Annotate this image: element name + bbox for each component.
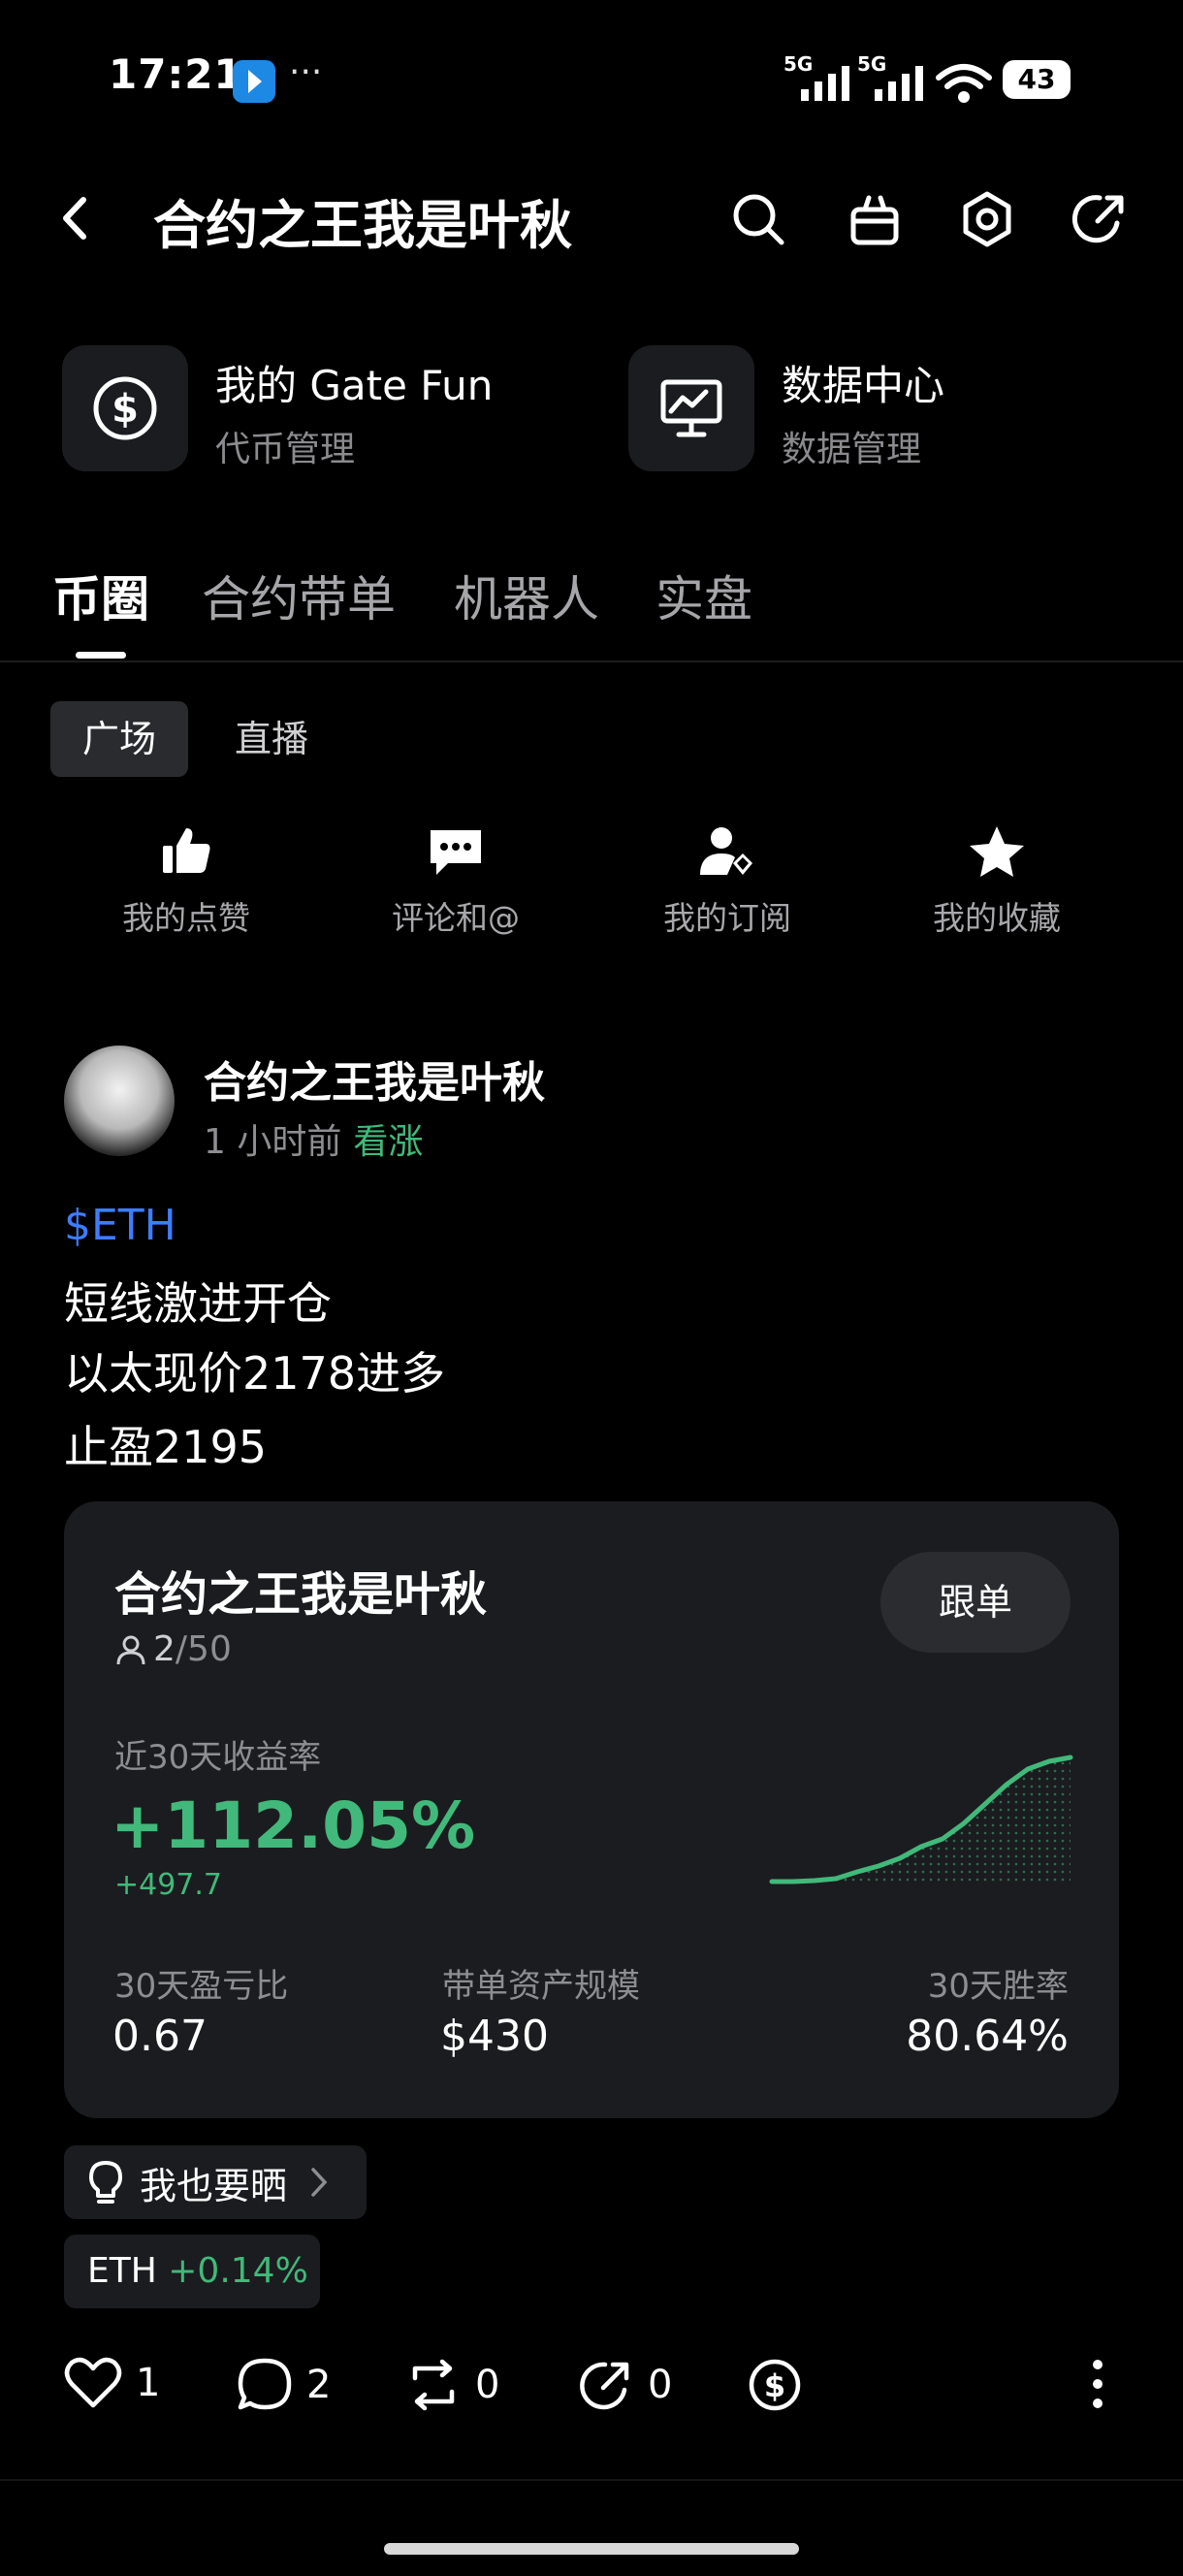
vertical-dots-icon (1093, 2360, 1103, 2408)
subscription-icon (700, 827, 752, 875)
share-also-button[interactable]: 我也要晒 (64, 2145, 367, 2219)
back-icon[interactable] (56, 194, 95, 242)
stat-label-aum: 带单资产规模 (442, 1967, 640, 2006)
like-button[interactable]: 1 (64, 2357, 160, 2409)
signal-icons: 5G 5G (783, 52, 997, 103)
signal-strength-icon-1 (801, 66, 849, 101)
ticker-symbol: ETH (87, 2251, 157, 2291)
heart-icon (64, 2357, 122, 2408)
comment-bubble-icon (238, 2358, 292, 2410)
gate-fun-subtitle: 代币管理 (215, 430, 356, 469)
repost-icon (412, 2359, 455, 2411)
author-avatar[interactable] (64, 1046, 175, 1156)
data-center-title[interactable]: 数据中心 (782, 353, 944, 412)
monitor-chart-icon (628, 345, 754, 471)
post-meta: 1 小时前 看涨 (204, 1113, 423, 1164)
gate-fun-tile[interactable]: $ (62, 345, 188, 471)
my-likes-label: 我的点赞 (122, 899, 250, 937)
dollar-coin-icon: $ (62, 345, 188, 471)
comment-icon (431, 830, 481, 875)
thumbs-up-icon (163, 828, 210, 873)
my-likes-action[interactable]: 我的点赞 (89, 824, 283, 939)
wifi-icon (936, 64, 992, 103)
search-icon[interactable] (729, 190, 787, 248)
battery-indicator: 43 (1003, 60, 1071, 99)
settings-icon[interactable] (958, 190, 1016, 248)
svg-text:$: $ (764, 2367, 785, 2404)
subtab-live[interactable]: 直播 (213, 701, 330, 777)
sentiment-badge: 看涨 (353, 1122, 424, 1162)
home-indicator[interactable] (384, 2543, 799, 2555)
roi-sparkline-chart (769, 1755, 1073, 1884)
tab-copy-trading[interactable]: 合约带单 (202, 561, 396, 630)
comments-mentions-action[interactable]: 评论和@ (359, 824, 553, 939)
bottom-divider (0, 2479, 1183, 2481)
my-favorites-label: 我的收藏 (933, 899, 1061, 937)
my-favorites-action[interactable]: 我的收藏 (900, 824, 1094, 939)
data-center-tile[interactable] (628, 345, 754, 471)
share-icon[interactable] (1071, 190, 1129, 248)
ticker-tag-link[interactable]: $ETH (64, 1201, 176, 1250)
card-trader-name: 合约之王我是叶秋 (114, 1567, 488, 1622)
gate-fun-title[interactable]: 我的 Gate Fun (215, 353, 493, 412)
tip-coin-icon: $ (749, 2359, 801, 2411)
pnl-value: +497.7 (114, 1868, 223, 1902)
share-count: 0 (648, 2363, 673, 2407)
repost-count: 0 (475, 2363, 500, 2407)
repost-button[interactable]: 0 (405, 2357, 499, 2413)
post-line-2: 以太现价2178进多 (64, 1347, 446, 1400)
post-line-1: 短线激进开仓 (64, 1277, 332, 1330)
sparkline-area (772, 1757, 1071, 1882)
my-subscriptions-label: 我的订阅 (663, 899, 791, 937)
tab-bots[interactable]: 机器人 (454, 561, 599, 630)
star-icon (970, 826, 1024, 877)
stat-value-pl-ratio: 0.67 (112, 2012, 208, 2061)
post-author-name[interactable]: 合约之王我是叶秋 (204, 1047, 545, 1110)
comment-button[interactable]: 2 (237, 2357, 331, 2413)
svg-text:$: $ (112, 387, 139, 432)
stat-label-win-rate: 30天胜率 (927, 1967, 1069, 2006)
data-center-subtitle: 数据管理 (782, 430, 922, 469)
app-notification-icon (233, 60, 275, 103)
roi-label: 近30天收益率 (114, 1738, 322, 1777)
active-tab-indicator (76, 652, 126, 659)
signal-strength-icon-2 (875, 66, 923, 101)
like-count: 1 (136, 2361, 161, 2405)
gift-icon[interactable] (846, 190, 904, 248)
stat-value-aum: $430 (440, 2012, 549, 2061)
comment-count: 2 (306, 2363, 332, 2407)
stat-value-win-rate: 80.64% (906, 2012, 1069, 2061)
subtab-square[interactable]: 广场 (50, 701, 188, 777)
follow-trade-button[interactable]: 跟单 (880, 1552, 1071, 1653)
status-time: 17:21 (109, 50, 243, 98)
chevron-right-icon (311, 2168, 328, 2197)
card-follower-count: 2/50 (114, 1629, 232, 1669)
post-line-3: 止盈2195 (64, 1421, 268, 1473)
comments-mentions-label: 评论和@ (392, 899, 520, 937)
more-notifications-icon: ··· (289, 52, 323, 92)
stat-label-pl-ratio: 30天盈亏比 (114, 1967, 289, 2006)
ticker-pill[interactable]: ETH +0.14% (64, 2235, 320, 2308)
tab-coin-circle[interactable]: 币圈 (52, 561, 149, 630)
lightbulb-icon (89, 2161, 122, 2204)
share-also-label: 我也要晒 (140, 2164, 288, 2207)
share-arrow-icon (580, 2362, 629, 2410)
followers-capacity: /50 (175, 1629, 232, 1669)
roi-value: +112.05% (111, 1788, 476, 1863)
page-title: 合约之王我是叶秋 (153, 195, 572, 256)
tip-button[interactable]: $ (747, 2357, 803, 2413)
followers-value: 2 (153, 1629, 176, 1669)
ticker-change: +0.14% (168, 2251, 308, 2291)
my-subscriptions-action[interactable]: 我的订阅 (630, 824, 824, 939)
post-time: 1 小时前 (204, 1122, 342, 1162)
tabs-divider (0, 660, 1183, 662)
tab-live-account[interactable]: 实盘 (655, 561, 752, 630)
user-icon (116, 1635, 145, 1664)
share-post-button[interactable]: 0 (578, 2357, 672, 2413)
more-options-button[interactable] (1090, 2357, 1105, 2411)
